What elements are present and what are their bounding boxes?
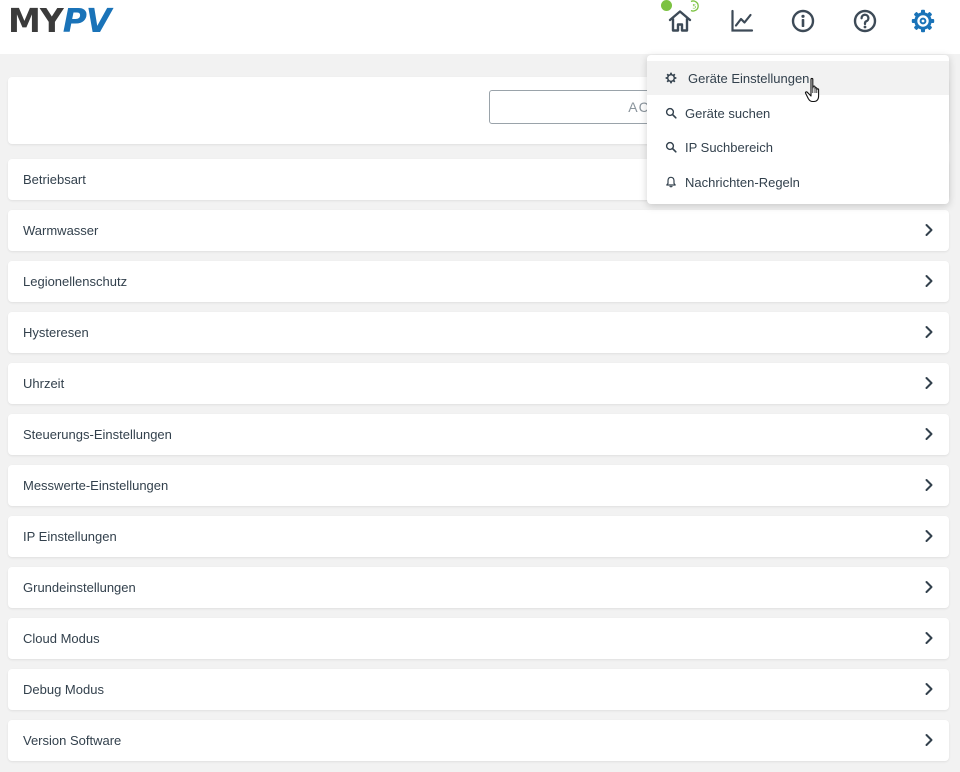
chevron-right-icon <box>925 632 933 644</box>
menu-item-label: IP Suchbereich <box>685 139 773 155</box>
chevron-right-icon <box>925 479 933 491</box>
menu-item-ip-suchbereich[interactable]: IP Suchbereich <box>647 130 949 164</box>
settings-item-cloud-modus[interactable]: Cloud Modus <box>8 618 949 659</box>
info-button[interactable] <box>789 7 817 35</box>
settings-item-label: Version Software <box>23 733 122 748</box>
home-button[interactable] <box>666 7 694 35</box>
chevron-right-icon <box>925 683 933 695</box>
settings-item-label: Grundeinstellungen <box>23 580 136 595</box>
chevron-right-icon <box>925 224 933 236</box>
settings-item-label: Warmwasser <box>23 223 99 238</box>
help-icon <box>853 9 877 33</box>
settings-item-label: Uhrzeit <box>23 376 65 391</box>
search-icon <box>665 107 677 119</box>
settings-item-label: Betriebsart <box>23 172 86 187</box>
menu-item-geraete-einstellungen[interactable]: Geräte Einstellungen <box>647 61 949 95</box>
home-icon <box>668 10 692 32</box>
logo-my: MY <box>8 1 64 40</box>
menu-item-geraete-suchen[interactable]: Geräte suchen <box>647 96 949 130</box>
settings-item-label: Cloud Modus <box>23 631 100 646</box>
settings-button[interactable] <box>909 7 937 35</box>
settings-item-label: Debug Modus <box>23 682 104 697</box>
settings-item-label: Messwerte-Einstellungen <box>23 478 169 493</box>
settings-item-warmwasser[interactable]: Warmwasser <box>8 210 949 251</box>
settings-item-debug-modus[interactable]: Debug Modus <box>8 669 949 710</box>
settings-item-grundeinstellungen[interactable]: Grundeinstellungen <box>8 567 949 608</box>
info-icon <box>791 9 815 33</box>
settings-item-steuerungs-einstellungen[interactable]: Steuerungs-Einstellungen <box>8 414 949 455</box>
hand-cursor-icon <box>804 77 820 103</box>
settings-item-ip-einstellungen[interactable]: IP Einstellungen <box>8 516 949 557</box>
gear-icon <box>911 9 935 33</box>
chevron-right-icon <box>925 530 933 542</box>
gear-icon <box>665 72 677 84</box>
chart-icon <box>731 9 754 32</box>
settings-item-uhrzeit[interactable]: Uhrzeit <box>8 363 949 404</box>
settings-item-version-software[interactable]: Version Software <box>8 720 949 761</box>
help-button[interactable] <box>851 7 879 35</box>
top-bar: MY PV 5 <box>0 0 960 54</box>
settings-item-legionellenschutz[interactable]: Legionellenschutz <box>8 261 949 302</box>
settings-item-messwerte-einstellungen[interactable]: Messwerte-Einstellungen <box>8 465 949 506</box>
menu-item-label: Geräte suchen <box>685 105 771 121</box>
settings-item-hysteresen[interactable]: Hysteresen <box>8 312 949 353</box>
chevron-right-icon <box>925 428 933 440</box>
chevron-right-icon <box>925 581 933 593</box>
chevron-right-icon <box>925 275 933 287</box>
menu-item-label: Nachrichten-Regeln <box>685 174 800 190</box>
search-icon <box>665 141 677 153</box>
settings-dropdown-menu: Geräte Einstellungen Geräte suchen IP Su… <box>647 55 949 204</box>
logo-pv: PV <box>62 1 112 40</box>
chevron-right-icon <box>925 377 933 389</box>
bell-icon <box>666 176 676 188</box>
menu-item-nachrichten-regeln[interactable]: Nachrichten-Regeln <box>647 165 949 199</box>
settings-item-label: Hysteresen <box>23 325 89 340</box>
chevron-right-icon <box>925 734 933 746</box>
chevron-right-icon <box>925 326 933 338</box>
menu-item-label: Geräte Einstellungen <box>688 70 810 86</box>
settings-item-label: Legionellenschutz <box>23 274 128 289</box>
settings-item-label: Steuerungs-Einstellungen <box>23 427 172 442</box>
mypv-logo[interactable]: MY PV <box>8 1 112 40</box>
settings-item-label: IP Einstellungen <box>23 529 117 544</box>
chart-button[interactable] <box>728 7 756 35</box>
